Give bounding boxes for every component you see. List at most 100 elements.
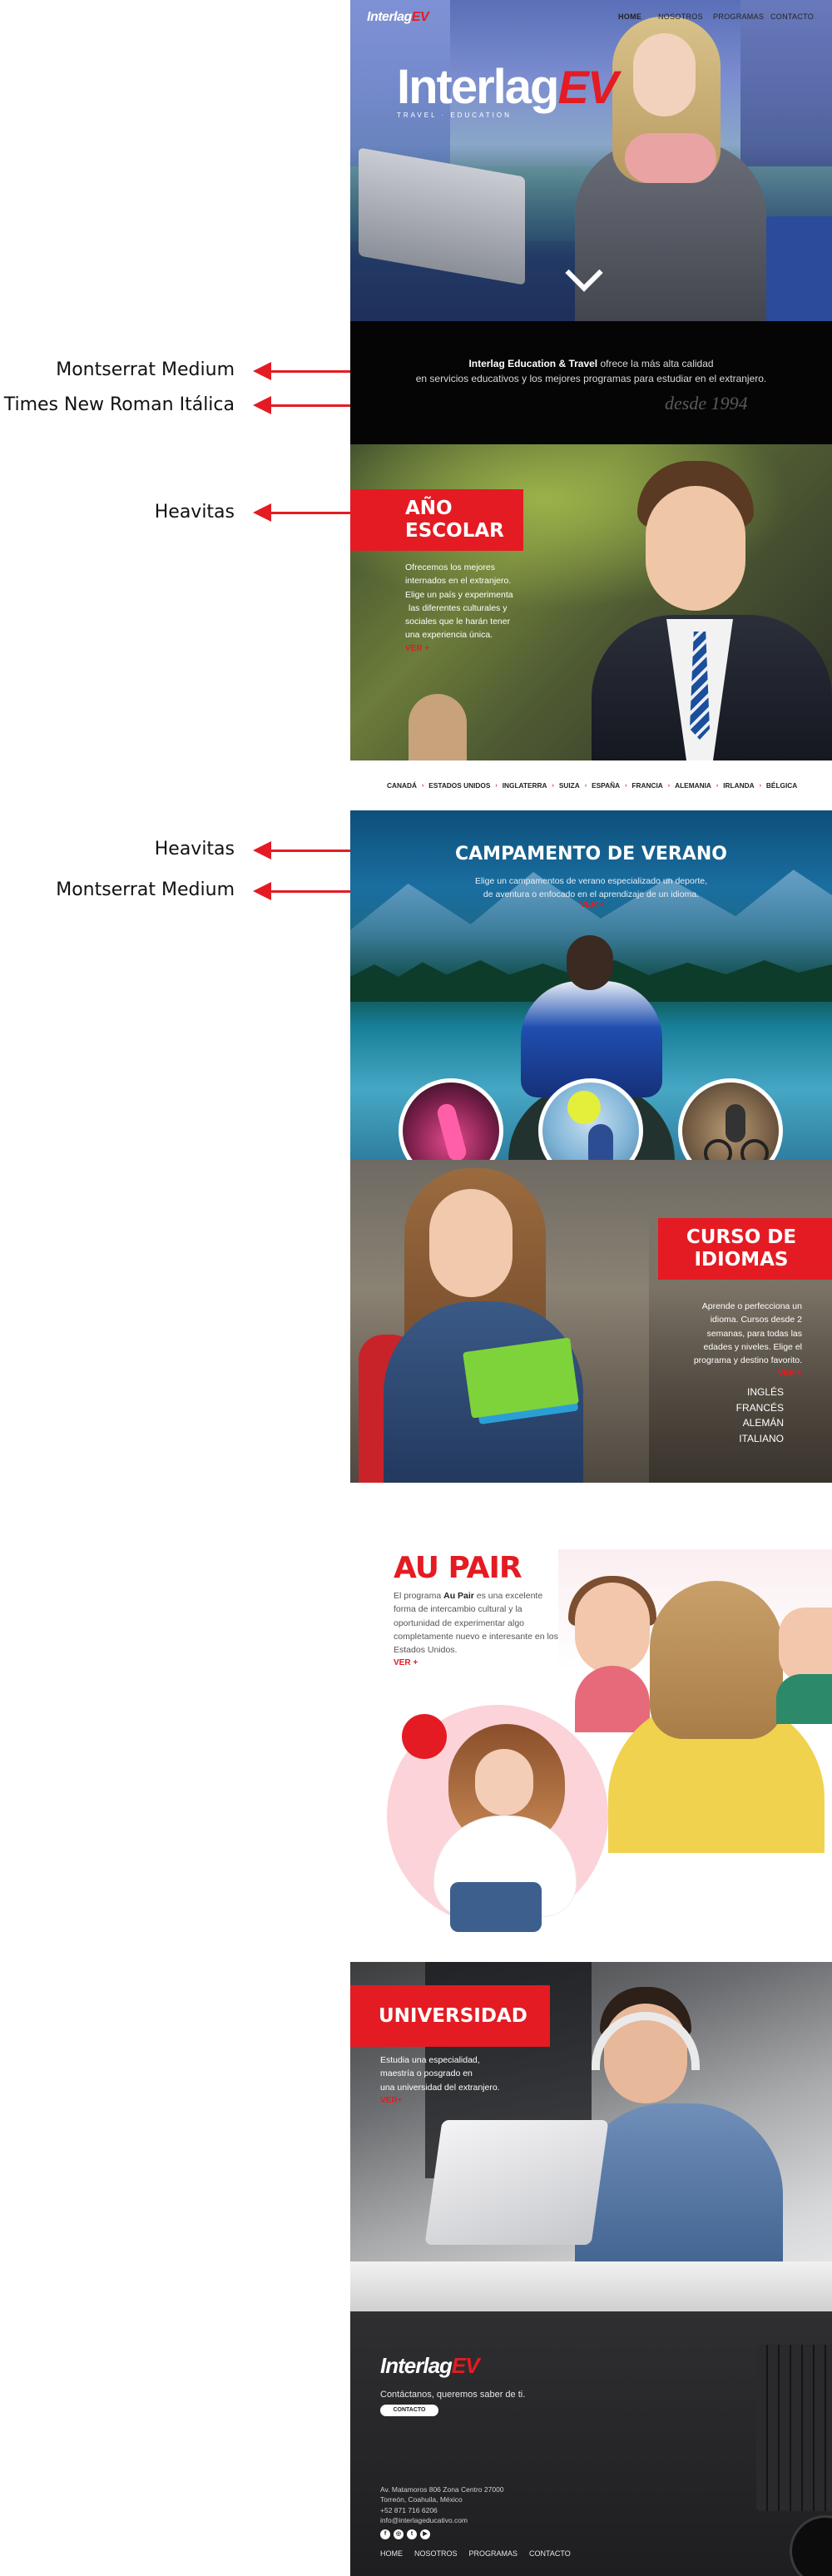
country-item[interactable]: BÉLGICA [766, 781, 797, 790]
nav-programas[interactable]: PROGRAMAS [713, 12, 764, 21]
annotation-label: Montserrat Medium [56, 879, 235, 900]
footer-logo[interactable]: InterlagEV [380, 2353, 480, 2379]
country-label: ALEMANIA [675, 781, 711, 790]
countries-bar: CANADÁ › ESTADOS UNIDOS › INGLATERRA › SUIZ… [350, 760, 832, 810]
aupair-ver-mas-link[interactable]: VER + [394, 1657, 560, 1670]
country-item[interactable]: ESTADOS UNIDOS › [428, 781, 497, 790]
hero-logo-tagline: TRAVEL · EDUCATION [397, 111, 512, 119]
curso-title-line-2: IDIOMAS [694, 1249, 789, 1271]
anio-photo-boy-face [646, 486, 745, 611]
au-pair-section: AU PAIR El programa Au Pair es una excel… [350, 1483, 832, 1962]
email-link[interactable]: info@interlageducativo.com [380, 2515, 504, 2525]
camp-text-line: Elige un campamentos de verano especiali… [474, 876, 707, 886]
footer-nav-programas[interactable]: PROGRAMAS [469, 2549, 518, 2558]
language-item[interactable]: INGLÉS [736, 1385, 784, 1400]
address-line: Av. Matamoros 806 Zona Centro 27000 [380, 2485, 504, 2494]
hero-logo: InterlagEV [397, 60, 618, 114]
camp-title: CAMPAMENTO DE VERANO [455, 844, 727, 864]
website-mockup: InterlagEV HOME NOSOTROS PROGRAMAS CONTA… [350, 0, 832, 2576]
separator-icon: › [584, 782, 587, 789]
curso-idiomas-section: CURSO DE IDIOMAS Aprende o perfecciona u… [350, 1160, 832, 1483]
intro-line-1: Interlag Education & Travel ofrece la má… [350, 358, 832, 369]
language-item[interactable]: ITALIANO [736, 1431, 784, 1447]
anio-title-block: AÑO ESCOLAR [350, 489, 523, 551]
anio-text-line: las diferentes culturales y [409, 602, 508, 613]
phone-number[interactable]: +52 871 716 6206 [380, 2505, 504, 2515]
country-item[interactable]: IRLANDA › [723, 781, 761, 790]
hero-logo-text: Interlag [397, 60, 559, 114]
header-logo[interactable]: InterlagEV [367, 10, 429, 25]
footer-logo-mark: EV [451, 2353, 480, 2378]
separator-icon: › [552, 782, 554, 789]
aupair-text: El programa [394, 1591, 444, 1601]
uni-text-line: Estudia una especialidad, [380, 2055, 480, 2065]
anio-text-line: una experiencia única. [405, 630, 493, 641]
footer-photo-keyboard [756, 2345, 832, 2511]
annotation-label: Times New Roman Itálica [3, 394, 235, 415]
country-item[interactable]: CANADÁ › [387, 781, 423, 790]
footer-nav-nosotros[interactable]: NOSOTROS [414, 2549, 458, 2558]
separator-icon: › [716, 782, 719, 789]
anio-title-line-1: AÑO [405, 498, 453, 519]
uni-photo-desk [350, 2261, 832, 2311]
facebook-icon[interactable]: f [380, 2529, 390, 2539]
language-item[interactable]: ALEMÁN [736, 1415, 784, 1431]
uni-text-line: maestría o posgrado en [380, 2068, 473, 2079]
country-item[interactable]: ALEMANIA › [675, 781, 718, 790]
aupair-photo-jeans [450, 1882, 542, 1932]
twitter-icon[interactable]: t [407, 2529, 417, 2539]
aupair-photo-boy-shirt [776, 1674, 832, 1724]
intro-section: Interlag Education & Travel ofrece la má… [350, 321, 832, 444]
country-item[interactable]: SUIZA › [559, 781, 587, 790]
country-label: ESPAÑA [592, 781, 621, 790]
aupair-text-bold: Au Pair [443, 1591, 474, 1601]
curso-ver-mas-link[interactable]: VER + [694, 1367, 802, 1380]
country-label: BÉLGICA [765, 781, 798, 790]
countries-list: CANADÁ › ESTADOS UNIDOS › INGLATERRA › SUIZ… [387, 781, 802, 790]
youtube-icon[interactable]: ▶ [420, 2529, 430, 2539]
aupair-description: El programa Au Pair es una excelente for… [394, 1589, 560, 1670]
language-item[interactable]: FRANCÉS [736, 1400, 784, 1416]
country-label: SUIZA [558, 781, 580, 790]
intro-line-2: en servicios educativos y los mejores pr… [415, 373, 767, 384]
country-label: FRANCIA [631, 781, 663, 790]
anio-description: Ofrecemos los mejores internados en el e… [405, 561, 513, 655]
country-item[interactable]: ESPAÑA › [592, 781, 626, 790]
anio-escolar-section: AÑO ESCOLAR Ofrecemos los mejores intern… [350, 444, 832, 760]
country-item[interactable]: INGLATERRA › [503, 781, 554, 790]
nav-contacto[interactable]: CONTACTO [770, 12, 814, 21]
aupair-photo-girl-shirt [575, 1666, 650, 1732]
camp-tennis-ball [567, 1091, 601, 1124]
footer-logo-text: Interlag [380, 2353, 453, 2378]
logo-text: Interlag [367, 10, 412, 24]
country-label: CANADÁ [387, 781, 417, 790]
camp-description: Elige un campamentos de verano especiali… [350, 875, 832, 902]
aupair-photo-boy [779, 1608, 832, 1682]
annotation-label: Heavitas [154, 839, 235, 859]
country-label: IRLANDA [723, 781, 755, 790]
footer-address: Av. Matamoros 806 Zona Centro 27000 Torr… [380, 2484, 504, 2525]
contact-button[interactable]: CONTACTO [380, 2405, 438, 2416]
country-item[interactable]: FRANCIA › [631, 781, 670, 790]
footer: InterlagEV Contáctanos, queremos saber d… [350, 2311, 832, 2576]
separator-icon: › [625, 782, 627, 789]
address-line: Torreón, Coahuila, México [380, 2495, 463, 2504]
curso-text-line: Aprende o perfecciona un [701, 1301, 802, 1311]
anio-title-line-2: ESCOLAR [405, 520, 504, 542]
instagram-icon[interactable]: ◎ [394, 2529, 404, 2539]
nav-nosotros[interactable]: NOSOTROS [658, 12, 703, 21]
anio-ver-mas-link[interactable]: VER + [405, 642, 513, 656]
separator-icon: › [667, 782, 671, 789]
camp-ver-mas-link[interactable]: VER + [580, 900, 604, 909]
footer-navigation: HOME NOSOTROS PROGRAMAS CONTACTO [380, 2549, 582, 2558]
anio-photo-background-kid [409, 694, 467, 760]
nav-home[interactable]: HOME [618, 12, 641, 21]
separator-icon: › [495, 782, 498, 789]
footer-nav-home[interactable]: HOME [380, 2549, 403, 2558]
camp-bike-rider [726, 1104, 745, 1142]
uni-ver-mas-link[interactable]: VER+ [380, 2094, 500, 2108]
hero-section: InterlagEV HOME NOSOTROS PROGRAMAS CONTA… [350, 0, 832, 321]
footer-nav-contacto[interactable]: CONTACTO [529, 2549, 571, 2558]
anio-text-line: sociales que le harán tener [405, 617, 511, 627]
anio-text-line: internados en el extranjero. [405, 576, 512, 587]
